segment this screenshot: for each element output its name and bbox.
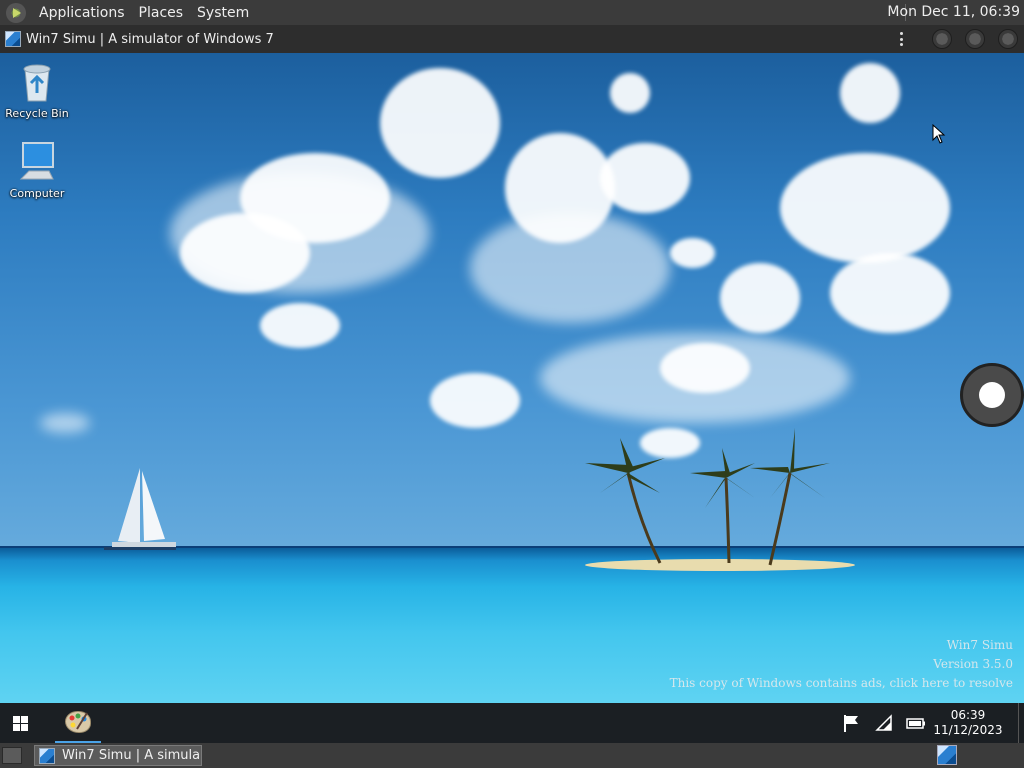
desktop[interactable]: Recycle Bin Computer Win7 Simu Version 3… [0, 53, 1024, 703]
battery-icon[interactable] [906, 713, 926, 733]
watermark-line-2: Version 3.5.0 [933, 657, 1013, 671]
taskbar: 06:39 11/12/2023 [0, 703, 1024, 743]
taskbar-time: 06:39 [950, 708, 986, 722]
window-list-label: Win7 Simu | A simula… [62, 748, 202, 763]
distro-logo-icon[interactable] [6, 2, 26, 23]
taskbar-date: 11/12/2023 [933, 723, 1003, 737]
activation-watermark[interactable]: Win7 Simu Version 3.5.0 This copy of Win… [670, 636, 1013, 693]
window-title: Win7 Simu | A simulator of Windows 7 [26, 31, 274, 47]
watermark-line-1: Win7 Simu [946, 638, 1013, 652]
recycle-bin-label: Recycle Bin [5, 107, 69, 120]
paint-palette-icon [65, 711, 91, 733]
taskbar-paint-app[interactable] [55, 703, 101, 743]
top-menu: Applications Places System [0, 0, 256, 25]
scenery-svg [104, 428, 830, 566]
recycle-bin-icon [15, 59, 59, 103]
menu-system[interactable]: System [190, 5, 256, 21]
show-desktop-button[interactable] [1018, 703, 1024, 743]
flag-icon[interactable] [842, 713, 862, 733]
window-list-item[interactable]: Win7 Simu | A simula… [34, 745, 202, 766]
system-tray: 06:39 11/12/2023 [836, 703, 1024, 743]
kebab-menu-icon[interactable] [896, 30, 906, 48]
mouse-cursor-icon [932, 124, 946, 144]
palm-tree [626, 472, 792, 566]
desktop-icon-recycle-bin[interactable]: Recycle Bin [0, 59, 74, 120]
app-icon [5, 31, 21, 47]
workspace-switcher[interactable] [937, 745, 957, 765]
bottom-panel: Win7 Simu | A simula… [0, 743, 1024, 768]
computer-icon [15, 139, 59, 183]
show-desktop-icon[interactable] [2, 747, 22, 764]
start-button[interactable] [8, 711, 34, 737]
floating-touch-button[interactable] [960, 363, 1024, 427]
minimize-button[interactable] [932, 29, 952, 49]
desktop-icon-computer[interactable]: Computer [0, 139, 74, 200]
watermark-line-3[interactable]: This copy of Windows contains ads, click… [670, 674, 1013, 693]
sailboat [104, 468, 176, 550]
screen: Applications Places System Mon Dec 11, 0… [0, 0, 1024, 768]
menu-places[interactable]: Places [132, 5, 191, 21]
menu-applications[interactable]: Applications [32, 5, 132, 21]
window-titlebar[interactable]: Win7 Simu | A simulator of Windows 7 [0, 25, 1024, 53]
top-clock[interactable]: Mon Dec 11, 06:39 [887, 0, 1020, 25]
computer-label: Computer [9, 187, 65, 200]
top-panel: Applications Places System Mon Dec 11, 0… [0, 0, 1024, 25]
palm-fronds [585, 428, 830, 508]
close-button[interactable] [998, 29, 1018, 49]
maximize-button[interactable] [965, 29, 985, 49]
app-icon [39, 748, 55, 764]
wifi-icon[interactable] [874, 713, 894, 733]
taskbar-clock[interactable]: 06:39 11/12/2023 [932, 708, 1004, 738]
